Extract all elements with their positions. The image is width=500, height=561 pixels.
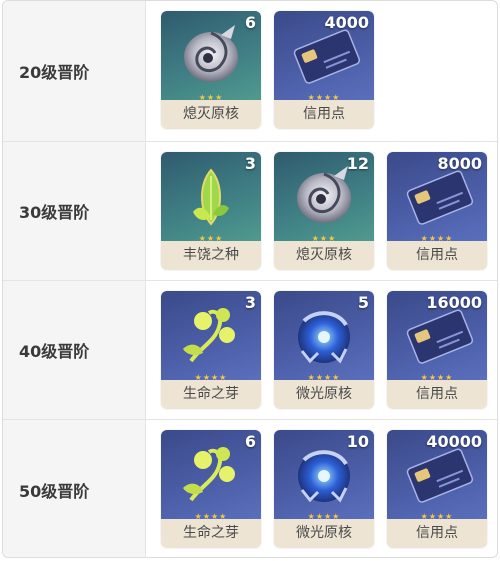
row-label: 20级晋阶: [3, 1, 146, 141]
material-name: 信用点: [387, 380, 487, 409]
material-card-life-sprout[interactable]: 6 ★★★★ 生命之芽: [161, 430, 261, 548]
material-name: 熄灭原核: [161, 100, 261, 129]
row-label: 30级晋阶: [3, 142, 146, 280]
materials-cell: 6 ★★★★ 生命之芽 10 ★★★★ 微光原核 40000 ★★★★ 信用点: [146, 420, 497, 557]
material-name: 生命之芽: [161, 519, 261, 548]
material-card-credit[interactable]: 16000 ★★★★ 信用点: [387, 291, 487, 409]
material-name: 生命之芽: [161, 380, 261, 409]
material-card-credit[interactable]: 4000 ★★★★ 信用点: [274, 11, 374, 129]
ascension-row-40: 40级晋阶 3 ★★★★ 生命之芽 5 ★★★★ 微光原核 16000 ★★★★…: [3, 281, 497, 420]
material-card-abundance-seed[interactable]: 3 ★★★ 丰饶之种: [161, 152, 261, 270]
material-count: 4000: [324, 13, 369, 32]
material-name: 丰饶之种: [161, 241, 261, 270]
material-name: 微光原核: [274, 519, 374, 548]
material-name: 熄灭原核: [274, 241, 374, 270]
material-count: 12: [346, 154, 369, 173]
material-count: 6: [244, 13, 256, 32]
material-count: 16000: [426, 293, 482, 312]
material-card-extinguished-core[interactable]: 6 ★★★ 熄灭原核: [161, 11, 261, 129]
material-card-life-sprout[interactable]: 3 ★★★★ 生命之芽: [161, 291, 261, 409]
ascension-row-20: 20级晋阶 6 ★★★ 熄灭原核 4000 ★★★★ 信用点: [3, 1, 497, 142]
material-count: 3: [244, 154, 256, 173]
material-count: 5: [357, 293, 369, 312]
material-count: 10: [346, 432, 369, 451]
materials-cell: 6 ★★★ 熄灭原核 4000 ★★★★ 信用点: [146, 1, 497, 141]
row-label: 50级晋阶: [3, 420, 146, 557]
material-name: 信用点: [274, 100, 374, 129]
material-count: 3: [244, 293, 256, 312]
material-count: 40000: [426, 432, 482, 451]
material-card-glimmering-core[interactable]: 10 ★★★★ 微光原核: [274, 430, 374, 548]
material-card-glimmering-core[interactable]: 5 ★★★★ 微光原核: [274, 291, 374, 409]
material-count: 6: [244, 432, 256, 451]
material-count: 8000: [437, 154, 482, 173]
material-name: 信用点: [387, 241, 487, 270]
materials-cell: 3 ★★★ 丰饶之种 12 ★★★ 熄灭原核 8000 ★★★★ 信用点: [146, 142, 497, 280]
row-label: 40级晋阶: [3, 281, 146, 419]
ascension-row-30: 30级晋阶 3 ★★★ 丰饶之种 12 ★★★ 熄灭原核 8000 ★★★★ 信…: [3, 142, 497, 281]
material-name: 信用点: [387, 519, 487, 548]
ascension-row-50: 50级晋阶 6 ★★★★ 生命之芽 10 ★★★★ 微光原核 40000 ★★★…: [3, 420, 497, 557]
materials-cell: 3 ★★★★ 生命之芽 5 ★★★★ 微光原核 16000 ★★★★ 信用点: [146, 281, 497, 419]
material-card-extinguished-core[interactable]: 12 ★★★ 熄灭原核: [274, 152, 374, 270]
material-card-credit[interactable]: 40000 ★★★★ 信用点: [387, 430, 487, 548]
ascension-materials-table: 20级晋阶 6 ★★★ 熄灭原核 4000 ★★★★ 信用点 30级晋阶 3 ★…: [2, 0, 498, 558]
material-name: 微光原核: [274, 380, 374, 409]
material-card-credit[interactable]: 8000 ★★★★ 信用点: [387, 152, 487, 270]
